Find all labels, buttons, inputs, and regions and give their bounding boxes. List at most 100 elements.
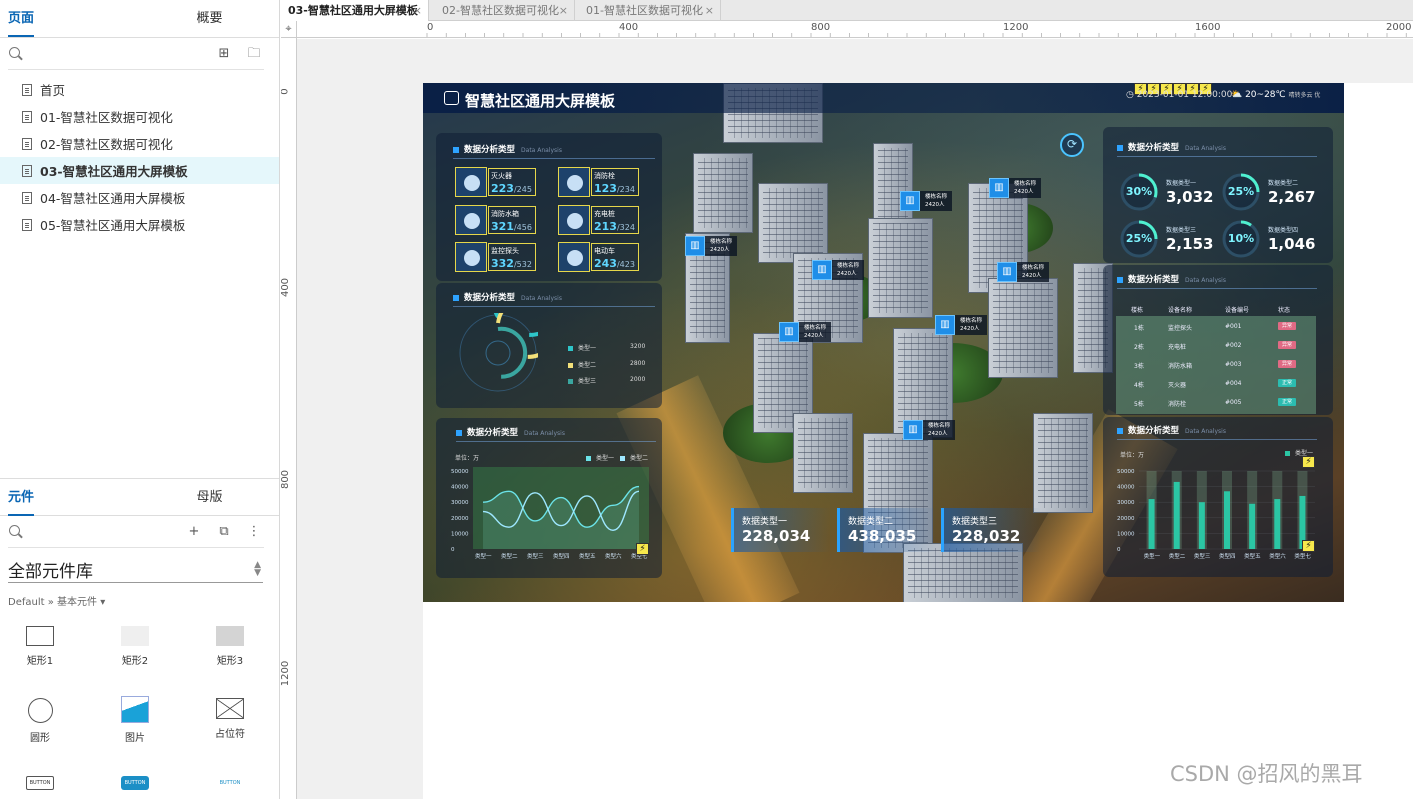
- ring-percent: 30%: [1125, 185, 1153, 198]
- status-badge: 异常: [1278, 360, 1296, 368]
- ruler-label: 400: [619, 22, 639, 33]
- building-label[interactable]: ▥ 楼栋名称 2420人: [685, 234, 738, 258]
- page-label: 02-智慧社区数据可视化: [40, 137, 173, 152]
- add-library-icon[interactable]: +: [186, 524, 202, 540]
- legend-item: 类型二: [620, 453, 648, 462]
- building-label[interactable]: ▥ 楼栋名称 2420人: [900, 189, 953, 213]
- legend-item: 类型二: [568, 360, 596, 369]
- table-cell: 消防栓: [1168, 401, 1187, 408]
- ruler-corner-icon[interactable]: ⌖: [281, 21, 297, 38]
- page-icon: [22, 83, 32, 96]
- y-tick-label: 30000: [451, 500, 469, 506]
- library-select[interactable]: 全部元件库 ▲ ▼: [8, 557, 263, 583]
- widget-button1[interactable]: BUTTON: [10, 776, 70, 790]
- table-cell: 5栋: [1134, 401, 1144, 408]
- widget-placeholder[interactable]: 占位符: [200, 698, 260, 740]
- device-name: 监控探头: [491, 247, 519, 255]
- close-icon[interactable]: ×: [705, 0, 714, 21]
- document-tab-bar: 03-智慧社区通用大屏模板 × 02-智慧社区数据可视化 × 01-智慧社区数据可视…: [281, 0, 1413, 21]
- bar: [1148, 499, 1155, 549]
- search-icon[interactable]: [8, 524, 24, 540]
- doc-tab-01[interactable]: 01-智慧社区数据可视化 ×: [579, 0, 721, 21]
- x-tick-label: 类型五: [1244, 552, 1261, 560]
- ring-value: 2,153: [1166, 235, 1214, 253]
- more-options-icon[interactable]: ⋮: [246, 524, 262, 540]
- ruler-label: 1200: [1003, 22, 1029, 33]
- building-population: 2420人: [837, 271, 857, 277]
- device-icon: [558, 167, 590, 197]
- building: [693, 153, 753, 233]
- panel-title: 数据分析类型 Data Analysis: [1117, 273, 1317, 289]
- device-total: /456: [513, 223, 532, 232]
- building-label[interactable]: ▥ 楼栋名称 2420人: [997, 260, 1050, 284]
- building-icon: ▥: [812, 260, 832, 280]
- building-label[interactable]: ▥ 楼栋名称 2420人: [935, 313, 988, 337]
- page-list-item[interactable]: 01-智慧社区数据可视化: [0, 103, 279, 130]
- building-label-text: 楼栋名称 2420人: [1009, 178, 1042, 198]
- device-value: 223/245: [491, 182, 532, 195]
- unit-label: 单位：万: [1120, 452, 1145, 459]
- dropdown-arrows-icon: ▲ ▼: [254, 560, 261, 578]
- ring-percent: 25%: [1227, 185, 1255, 198]
- page-list-item[interactable]: 05-智慧社区通用大屏模板: [0, 211, 279, 238]
- widget-image[interactable]: 图片: [105, 696, 165, 744]
- panel-title: 数据分析类型 Data Analysis: [453, 291, 655, 307]
- y-tick-label: 20000: [451, 516, 469, 522]
- widget-rect1[interactable]: 矩形1: [10, 626, 70, 667]
- datetime: ◷ 2023-01-01 12:00:00: [1126, 90, 1233, 100]
- tab-masters[interactable]: 母版: [140, 480, 279, 515]
- device-icon: [455, 205, 487, 235]
- status-badge: 正常: [1278, 398, 1296, 406]
- device-count: 332: [491, 257, 514, 270]
- y-tick-label: 20000: [1117, 516, 1135, 522]
- building-label[interactable]: ▥ 楼栋名称 2420人: [812, 258, 865, 282]
- device-card: 消防水箱 321/456: [455, 205, 537, 235]
- building-population: 2420人: [804, 333, 824, 339]
- building-label[interactable]: ▥ 楼栋名称 2420人: [903, 418, 956, 442]
- widget-rect3[interactable]: 矩形3: [200, 626, 260, 667]
- square-bullet-icon: [453, 146, 459, 153]
- legend-swatch: [620, 456, 625, 461]
- tab-outline[interactable]: 概要: [140, 0, 279, 37]
- close-icon[interactable]: ×: [413, 0, 422, 21]
- page-list-item[interactable]: 02-智慧社区数据可视化: [0, 130, 279, 157]
- add-page-icon[interactable]: ⊞: [216, 46, 232, 62]
- device-count: 321: [491, 220, 514, 233]
- building-label[interactable]: ▥ 楼栋名称 2420人: [989, 176, 1042, 200]
- page-list-item[interactable]: 03-智慧社区通用大屏模板: [0, 157, 279, 184]
- widget-rect2[interactable]: 矩形2: [105, 626, 165, 667]
- library-copy-icon[interactable]: ⧉: [216, 524, 232, 540]
- stat-card: 数据类型三 228,032: [941, 508, 1041, 552]
- close-icon[interactable]: ×: [559, 0, 568, 21]
- building-label-text: 楼栋名称 2420人: [955, 315, 988, 335]
- y-tick-label: 40000: [1117, 485, 1135, 491]
- page-list-item[interactable]: 04-智慧社区通用大屏模板: [0, 184, 279, 211]
- doc-tab-02[interactable]: 02-智慧社区数据可视化 ×: [435, 0, 575, 21]
- device-value: 332/532: [491, 257, 532, 270]
- search-icon[interactable]: [8, 46, 24, 62]
- x-tick-label: 类型二: [1169, 552, 1186, 560]
- add-folder-icon[interactable]: 🗀: [246, 46, 262, 62]
- legend-swatch: [586, 456, 591, 461]
- tab-components[interactable]: 元件: [0, 480, 140, 516]
- doc-tab-03[interactable]: 03-智慧社区通用大屏模板 ×: [281, 0, 429, 21]
- square-bullet-icon: [1117, 427, 1123, 434]
- page-list-item[interactable]: 首页: [0, 76, 279, 103]
- dashboard-artboard[interactable]: 智慧社区通用大屏模板 ⚡ ⚡ ⚡ ⚡ ⚡ ⚡ ◷ 2023-01-01 12:0…: [423, 83, 1344, 602]
- radial-arc: [497, 326, 528, 379]
- tab-pages[interactable]: 页面: [0, 0, 140, 37]
- widget-button3[interactable]: BUTTON: [200, 776, 260, 790]
- panel-title: 数据分析类型 Data Analysis: [456, 426, 656, 442]
- x-tick-label: 类型六: [1269, 552, 1286, 560]
- widget-button2[interactable]: BUTTON: [105, 776, 165, 790]
- building-name: 楼栋名称: [928, 423, 951, 429]
- square-bullet-icon: [1117, 276, 1123, 283]
- widget-circle[interactable]: 圆形: [10, 698, 70, 744]
- refresh-icon[interactable]: ⟳: [1060, 133, 1084, 157]
- bar: [1198, 502, 1205, 549]
- library-breadcrumb[interactable]: Default » 基本元件 ▾: [8, 593, 105, 608]
- line-chart: 50000 40000 30000 20000 10000 0 类型一 类型二 类型三 类型四 类型…: [451, 467, 649, 560]
- building-label-text: 楼栋名称 2420人: [705, 236, 738, 256]
- building-label[interactable]: ▥ 楼栋名称 2420人: [779, 320, 832, 344]
- y-tick-label: 40000: [451, 485, 469, 491]
